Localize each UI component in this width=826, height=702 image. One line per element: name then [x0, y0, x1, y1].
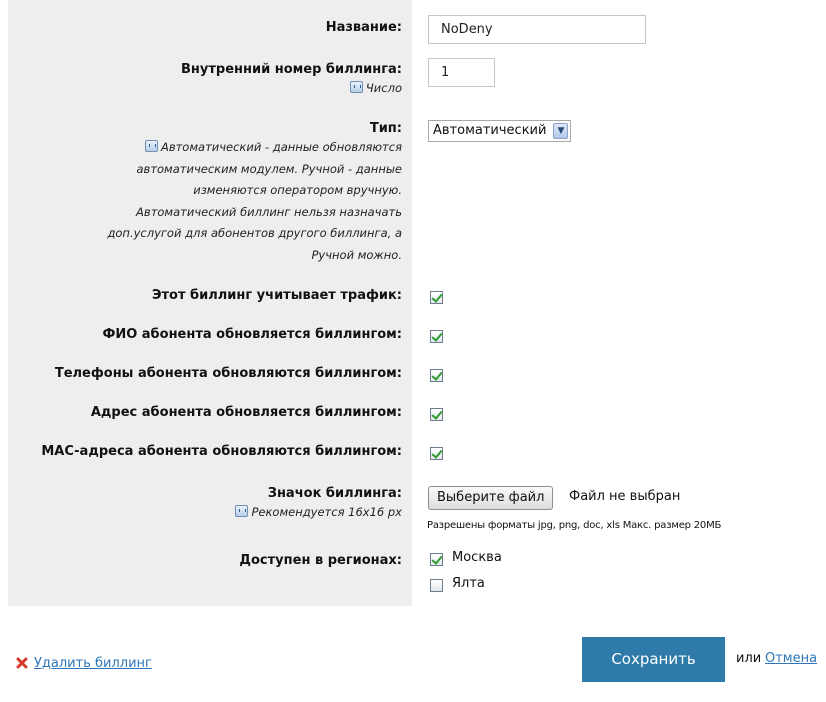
cancel-link[interactable]: Отмена: [765, 651, 817, 666]
regions-label: Доступен в регионах:: [239, 553, 402, 568]
file-format-note: Разрешены форматы jpg, png, doc, xls Мак…: [427, 520, 722, 531]
billing-icon-hint: Рекомендуется 16x16 px: [235, 502, 402, 524]
type-label: Тип:: [369, 121, 402, 136]
internal-number-hint: Число: [349, 78, 402, 100]
name-label: Название:: [325, 20, 402, 35]
internal-number-label: Внутренний номер биллинга:: [181, 62, 402, 77]
save-button[interactable]: Сохранить: [582, 637, 725, 682]
chevron-down-icon[interactable]: ▼: [553, 123, 569, 139]
type-select-value: Автоматический: [433, 123, 547, 138]
region-moscow-checkbox[interactable]: [430, 553, 443, 566]
billing-icon-label: Значок биллинга:: [267, 486, 402, 501]
fio-checkbox[interactable]: [430, 330, 443, 343]
type-hint-line: Автоматический биллинг нельзя назначать: [136, 204, 402, 219]
or-text: или: [736, 651, 762, 666]
mac-checkbox[interactable]: [430, 447, 443, 460]
hint-icon: [349, 81, 363, 93]
traffic-checkbox[interactable]: [430, 291, 443, 304]
type-hint-line: Автоматический - данные обновляются: [107, 137, 402, 159]
region-yalta-checkbox[interactable]: [430, 579, 443, 592]
fio-label: ФИО абонента обновляется биллингом:: [102, 327, 402, 342]
type-hint: Автоматический - данные обновляются авто…: [107, 137, 402, 266]
internal-number-hint-text: Число: [365, 81, 402, 95]
phones-checkbox[interactable]: [430, 369, 443, 382]
file-status: Файл не выбран: [569, 489, 681, 504]
hint-icon: [235, 505, 249, 517]
billing-icon-hint-text: Рекомендуется 16x16 px: [251, 505, 402, 519]
phones-label: Телефоны абонента обновляются биллингом:: [54, 366, 402, 381]
name-input[interactable]: NoDeny: [428, 15, 646, 44]
type-hint-line: изменяются оператором вручную.: [193, 183, 402, 197]
choose-file-button[interactable]: Выберите файл: [428, 486, 554, 510]
mac-label: MAC-адреса абонента обновляются биллинго…: [41, 444, 402, 459]
type-hint-line: доп.услугой для абонентов другого биллин…: [107, 226, 402, 240]
internal-number-input[interactable]: 1: [428, 58, 495, 87]
type-select[interactable]: Автоматический ▼: [428, 120, 572, 142]
region-moscow-label: Москва: [452, 550, 502, 565]
type-hint-line: автоматическим модулем. Ручной - данные: [136, 161, 403, 176]
address-checkbox[interactable]: [430, 408, 443, 421]
traffic-label: Этот биллинг учитывает трафик:: [151, 288, 402, 303]
hint-icon: [144, 140, 158, 152]
delete-icon[interactable]: [16, 657, 28, 669]
address-label: Адрес абонента обновляется биллингом:: [90, 405, 402, 420]
type-hint-line: Ручной можно.: [311, 247, 402, 262]
region-yalta-label: Ялта: [452, 576, 485, 591]
delete-billing-link[interactable]: Удалить биллинг: [34, 656, 152, 671]
